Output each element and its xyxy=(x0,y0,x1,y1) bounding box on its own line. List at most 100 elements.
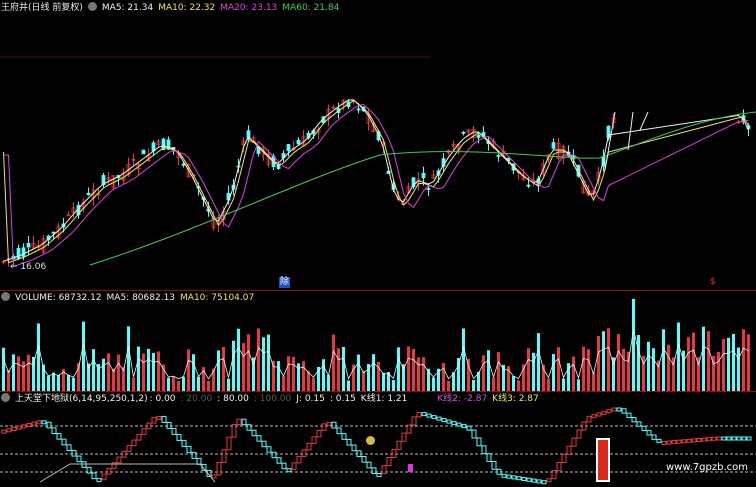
candle-body xyxy=(551,142,556,149)
indicator-step xyxy=(296,455,302,464)
signal-coin-icon xyxy=(366,436,375,445)
candle-body xyxy=(26,243,31,248)
candle-body xyxy=(476,134,481,138)
signal-marker[interactable]: $ xyxy=(710,277,716,288)
volume-bar xyxy=(722,338,725,391)
volume-bar xyxy=(482,355,485,391)
price-chart[interactable] xyxy=(0,0,756,290)
settings-icon[interactable] xyxy=(87,2,97,11)
indicator-step xyxy=(576,429,582,439)
volume-bar xyxy=(227,378,230,391)
volume-bar xyxy=(397,347,400,391)
volume-bar xyxy=(232,340,235,391)
indicator-step xyxy=(691,438,697,443)
volume-bar xyxy=(417,357,420,391)
volume-bar xyxy=(602,331,605,391)
volume-bar xyxy=(357,354,360,391)
indicator-step xyxy=(696,438,702,442)
indicator-step xyxy=(66,444,72,451)
indicator-step xyxy=(596,412,602,417)
ma5-value: MA5: 21.34 xyxy=(101,3,154,13)
volume-bar xyxy=(137,346,140,391)
volume-bar xyxy=(707,331,710,391)
indicator-step xyxy=(736,436,742,441)
volume-bar xyxy=(157,351,160,391)
indicator-panel[interactable]: 上天堂下地狱(6,14,95,250,1,2): 0.00: 20.00: 80… xyxy=(0,392,756,487)
indicator-step xyxy=(16,425,22,430)
indicator-step xyxy=(561,453,567,463)
volume-ma5-value: MA5: 80682.13 xyxy=(106,293,176,303)
volume-bar xyxy=(692,332,695,391)
candle-body xyxy=(21,247,26,257)
indicator-step xyxy=(211,474,217,479)
volume-bar xyxy=(282,376,285,391)
volume-bar xyxy=(497,352,500,391)
indicator-step xyxy=(56,433,62,440)
settings-icon[interactable] xyxy=(1,393,10,402)
volume-header: VOLUME: 68732.12 MA5: 80682.13 MA10: 75104… xyxy=(1,291,259,305)
candle-body xyxy=(356,108,361,111)
volume-bar xyxy=(262,337,265,391)
volume-bar xyxy=(147,348,150,391)
ma20-value: MA20: 23.13 xyxy=(220,3,278,13)
volume-bar xyxy=(547,378,550,391)
ex-dividend-marker[interactable]: 除 xyxy=(279,277,291,288)
indicator-step xyxy=(311,436,317,444)
indicator-step xyxy=(411,416,417,426)
k2-marker xyxy=(408,464,413,472)
site-logo xyxy=(596,438,610,482)
indicator-step xyxy=(236,418,242,426)
volume-chart[interactable] xyxy=(0,291,756,391)
indicator-step xyxy=(46,421,52,429)
indicator-step xyxy=(331,421,337,429)
volume-bar xyxy=(17,356,20,391)
candle-body xyxy=(421,172,426,179)
volume-bar xyxy=(257,328,260,391)
volume-bar xyxy=(702,326,705,391)
volume-ma5-line xyxy=(3,329,749,380)
volume-bar xyxy=(372,354,375,391)
indicator-step xyxy=(606,409,612,414)
volume-panel[interactable]: VOLUME: 68732.12 MA5: 80682.13 MA10: 75104… xyxy=(0,291,756,391)
volume-bar xyxy=(237,328,240,391)
volume-bar xyxy=(662,329,665,391)
chart-title: 王府井(日线 前复权) xyxy=(1,3,83,13)
indicator-step xyxy=(76,455,82,463)
volume-bar xyxy=(242,343,245,391)
candle-body xyxy=(141,149,146,155)
indicator-step xyxy=(186,445,192,453)
indicator-step xyxy=(506,474,512,479)
volume-bar xyxy=(677,322,680,391)
volume-bar xyxy=(32,356,35,391)
j-value: J: 0.15 xyxy=(296,394,325,404)
indicator-step xyxy=(611,407,617,412)
volume-bar xyxy=(12,354,15,391)
indicator-step xyxy=(191,451,197,459)
indicator-step xyxy=(451,421,457,426)
indicator-step xyxy=(671,440,677,445)
volume-bar xyxy=(407,346,410,391)
volume-bar xyxy=(192,354,195,391)
indicator-step xyxy=(541,480,547,485)
price-panel[interactable]: 王府井(日线 前复权) MA5: 21.34 MA10: 22.32 MA20: 23… xyxy=(0,0,756,290)
indicator-step xyxy=(416,412,422,418)
indicator-step xyxy=(491,460,497,470)
volume-bar xyxy=(177,380,180,391)
settings-icon[interactable] xyxy=(1,292,10,301)
indicator-step xyxy=(81,461,87,468)
candle-body xyxy=(51,231,56,234)
volume-bar xyxy=(187,349,190,391)
indicator-step xyxy=(31,421,37,426)
candle-body xyxy=(526,184,531,187)
volume-bar xyxy=(687,337,690,391)
indicator-step xyxy=(556,462,562,472)
volume-bar xyxy=(747,334,750,391)
indicator-step xyxy=(1,429,7,434)
indicator-step xyxy=(431,415,437,420)
indicator-chart[interactable] xyxy=(0,392,756,487)
level-0-value: : 0.00 xyxy=(149,394,176,404)
indicator-step xyxy=(91,472,97,480)
volume-bar xyxy=(82,321,85,391)
indicator-step xyxy=(391,448,397,458)
volume-bar xyxy=(267,334,270,391)
